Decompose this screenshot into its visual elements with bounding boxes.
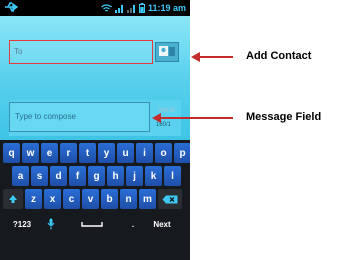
to-field[interactable]: To [9,40,153,64]
keyboard-row-2: a s d f g h j k l [12,166,181,186]
keyboard: q w e r t y u i o p a s d f g h j k l z [0,140,190,260]
phone-screen: 11:19 am To Type to compose Send 160/1 q… [0,0,190,260]
key-r[interactable]: r [60,143,77,163]
clock: 11:19 am [147,3,186,13]
message-field[interactable]: Type to compose [9,102,150,132]
keyboard-row-3: z x c v b n m [3,189,182,209]
key-k[interactable]: k [145,166,162,186]
key-g[interactable]: g [88,166,105,186]
battery-icon [138,3,145,13]
add-contact-button[interactable] [155,42,179,62]
key-j[interactable]: j [126,166,143,186]
add-contact-arrowhead [191,52,200,62]
space-icon [81,222,103,227]
backspace-key[interactable] [158,189,182,209]
key-v[interactable]: v [82,189,99,209]
keyboard-row-4: ?123 . Next [4,213,186,235]
mic-key[interactable] [40,214,62,234]
microphone-icon [47,218,55,230]
shift-key[interactable] [3,189,23,209]
key-w[interactable]: w [22,143,39,163]
key-f[interactable]: f [69,166,86,186]
wifi-icon [101,3,112,12]
contact-icon [159,46,175,56]
message-field-arrowhead [152,113,161,123]
key-l[interactable]: l [164,166,181,186]
period-key[interactable]: . [122,214,144,234]
message-field-label: Message Field [246,111,322,123]
next-key[interactable]: Next [144,214,180,234]
key-d[interactable]: d [50,166,67,186]
key-h[interactable]: h [107,166,124,186]
keyboard-row-1: q w e r t y u i o p [3,143,190,163]
key-i[interactable]: i [136,143,153,163]
key-e[interactable]: e [41,143,58,163]
key-p[interactable]: p [174,143,190,163]
key-o[interactable]: o [155,143,172,163]
key-z[interactable]: z [25,189,42,209]
message-field-arrow [160,117,233,119]
space-key[interactable] [62,214,122,234]
key-n[interactable]: n [120,189,137,209]
symbols-key[interactable]: ?123 [4,214,40,234]
status-bar: 11:19 am [0,0,190,16]
key-a[interactable]: a [12,166,29,186]
key-t[interactable]: t [79,143,96,163]
signal-icon [126,4,135,13]
shift-icon [9,195,17,203]
key-c[interactable]: c [63,189,80,209]
add-contact-label: Add Contact [246,50,312,62]
usb-icon [5,2,18,12]
compose-screen: To Type to compose Send 160/1 [0,16,190,140]
to-placeholder: To [14,47,23,56]
key-b[interactable]: b [101,189,118,209]
signal-icon [114,4,123,13]
message-placeholder: Type to compose [15,112,76,121]
key-q[interactable]: q [3,143,20,163]
add-contact-arrow [199,56,233,58]
key-m[interactable]: m [139,189,156,209]
key-y[interactable]: y [98,143,115,163]
key-u[interactable]: u [117,143,134,163]
key-x[interactable]: x [44,189,61,209]
key-s[interactable]: s [31,166,48,186]
backspace-icon [162,195,178,203]
